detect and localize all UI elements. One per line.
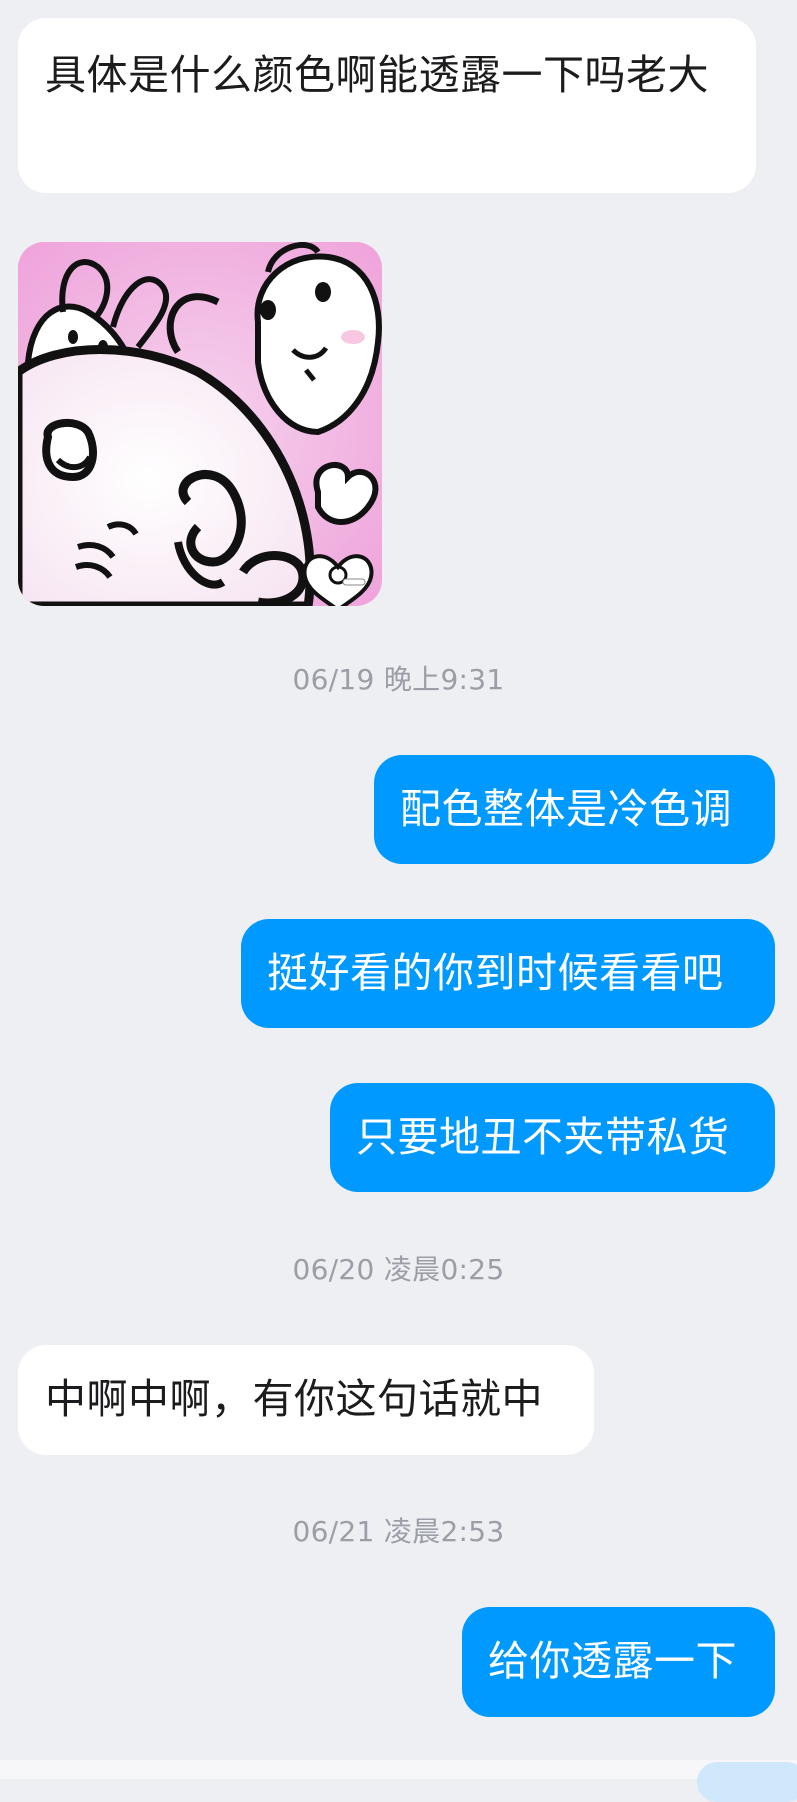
- sticker-image[interactable]: [18, 242, 382, 606]
- cartoon-sticker-image: [18, 242, 382, 606]
- outgoing-message-bubble[interactable]: 给你透露一下: [462, 1607, 775, 1717]
- incoming-message-bubble[interactable]: 中啊中啊，有你这句话就中: [18, 1345, 594, 1455]
- input-bar-edge: [0, 1760, 797, 1802]
- timestamp-text: 06/19 晚上9:31: [292, 663, 505, 696]
- timestamp: 06/20 凌晨0:25: [0, 1248, 797, 1288]
- incoming-message-bubble[interactable]: 具体是什么颜色啊能透露一下吗老大: [18, 18, 756, 193]
- timestamp-text: 06/20 凌晨0:25: [292, 1253, 505, 1286]
- timestamp-text: 06/21 凌晨2:53: [292, 1515, 505, 1548]
- message-text: 挺好看的你到时候看看吧: [267, 949, 724, 997]
- chat-message-list[interactable]: 具体是什么颜色啊能透露一下吗老大 06/19 晚上9:31 配色整体是冷色调 挺…: [0, 0, 797, 1779]
- message-text: 给你透露一下: [488, 1637, 737, 1685]
- message-text: 中啊中啊，有你这句话就中: [45, 1375, 543, 1423]
- outgoing-message-bubble[interactable]: 只要地丑不夹带私货: [330, 1083, 775, 1192]
- timestamp: 06/21 凌晨2:53: [0, 1510, 797, 1550]
- outgoing-message-bubble[interactable]: 挺好看的你到时候看看吧: [241, 919, 775, 1028]
- message-text: 具体是什么颜色啊能透露一下吗老大: [45, 51, 709, 99]
- timestamp: 06/19 晚上9:31: [0, 658, 797, 698]
- send-button-edge[interactable]: [697, 1762, 797, 1802]
- message-text: 只要地丑不夹带私货: [356, 1113, 730, 1161]
- outgoing-message-bubble[interactable]: 配色整体是冷色调: [374, 755, 775, 864]
- message-text: 配色整体是冷色调: [400, 785, 732, 833]
